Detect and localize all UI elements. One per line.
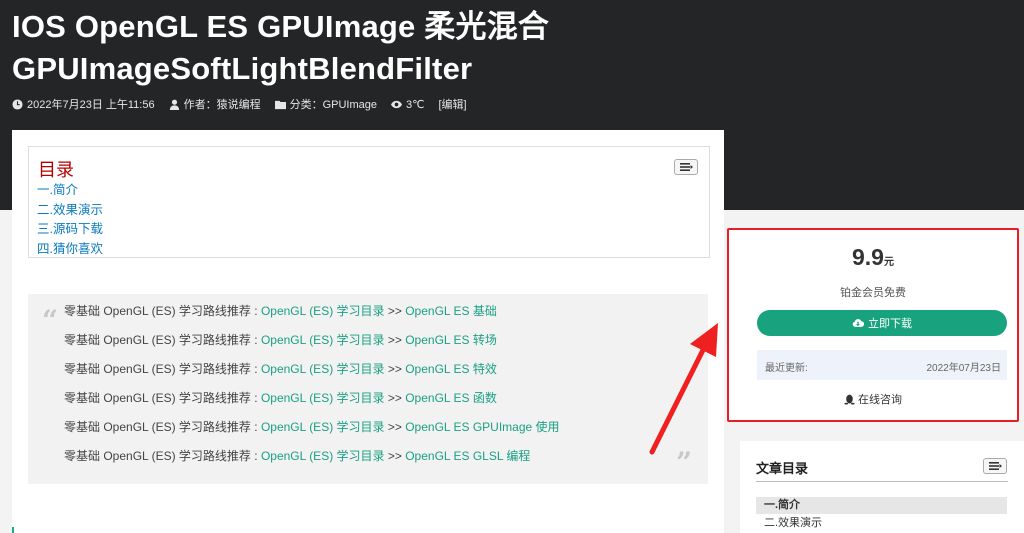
meta-views: 3℃ (391, 98, 425, 111)
quote-line: 零基础 OpenGL (ES) 学习路线推荐 : OpenGL (ES) 学习目… (64, 301, 560, 330)
quote-link-main[interactable]: OpenGL (ES) 学习目录 (261, 449, 385, 463)
page-title: IOS OpenGL ES GPUImage 柔光混合 GPUImageSoft… (12, 6, 1012, 90)
user-icon (169, 99, 179, 110)
quote-link-main[interactable]: OpenGL (ES) 学习目录 (261, 333, 385, 347)
title-line-2: GPUImageSoftLightBlendFilter (12, 51, 473, 86)
qq-penguin-icon (844, 394, 855, 405)
toc-item-download[interactable]: 三.源码下载 (37, 220, 103, 240)
quote-link-main[interactable]: OpenGL (ES) 学习目录 (261, 362, 385, 376)
quote-lines: 零基础 OpenGL (ES) 学习路线推荐 : OpenGL (ES) 学习目… (64, 301, 560, 475)
quote-link-topic[interactable]: OpenGL ES 函数 (405, 391, 497, 405)
quote-link-main[interactable]: OpenGL (ES) 学习目录 (261, 420, 385, 434)
article-content: 目录 一.简介 二.效果演示 三.源码下载 四.猜你喜欢 “ 零基础 OpenG… (12, 130, 724, 533)
quote-prefix: 零基础 OpenGL (ES) 学习路线推荐 : (64, 391, 261, 405)
price: 9.9元 (852, 244, 894, 270)
quote-link-topic[interactable]: OpenGL ES GLSL 编程 (405, 449, 530, 463)
online-consult-link[interactable]: 在线咨询 (729, 391, 1017, 407)
title-line-1: IOS OpenGL ES GPUImage 柔光混合 (12, 9, 550, 44)
quote-separator: >> (384, 333, 406, 347)
quote-link-topic[interactable]: OpenGL ES 特效 (405, 362, 497, 376)
toc-box: 目录 一.简介 二.效果演示 三.源码下载 四.猜你喜欢 (28, 146, 710, 258)
quote-line: 零基础 OpenGL (ES) 学习路线推荐 : OpenGL (ES) 学习目… (64, 446, 560, 475)
learning-path-quote: “ 零基础 OpenGL (ES) 学习路线推荐 : OpenGL (ES) 学… (28, 294, 708, 484)
quote-separator: >> (384, 391, 406, 405)
currency: 元 (883, 257, 894, 268)
quote-prefix: 零基础 OpenGL (ES) 学习路线推荐 : (64, 333, 261, 347)
price-note: 铂金会员免费 (840, 287, 906, 299)
download-button-label: 立即下载 (868, 318, 912, 330)
sidebar-toc-divider (756, 481, 1008, 482)
article-meta: 2022年7月23日 上午11:56 作者：猿说编程 分类：GPUImage 3… (12, 96, 467, 112)
eye-icon (391, 100, 403, 108)
quote-link-topic[interactable]: OpenGL ES 转场 (405, 333, 497, 347)
toc-item-related[interactable]: 四.猜你喜欢 (37, 240, 103, 260)
last-updated: 最近更新: 2022年07月23日 (757, 350, 1007, 380)
quote-open-icon: “ (42, 304, 59, 337)
quote-link-main[interactable]: OpenGL (ES) 学习目录 (261, 391, 385, 405)
toc-title: 目录 (38, 160, 74, 180)
quote-prefix: 零基础 OpenGL (ES) 学习路线推荐 : (64, 304, 261, 318)
edit-link[interactable]: [编辑] (439, 96, 467, 112)
quote-close-icon: ” (676, 446, 693, 479)
quote-line: 零基础 OpenGL (ES) 学习路线推荐 : OpenGL (ES) 学习目… (64, 330, 560, 359)
quote-separator: >> (384, 449, 406, 463)
quote-line: 零基础 OpenGL (ES) 学习路线推荐 : OpenGL (ES) 学习目… (64, 359, 560, 388)
quote-link-main[interactable]: OpenGL (ES) 学习目录 (261, 304, 385, 318)
quote-separator: >> (384, 304, 406, 318)
quote-prefix: 零基础 OpenGL (ES) 学习路线推荐 : (64, 362, 261, 376)
last-updated-label: 最近更新: (765, 363, 808, 374)
toc-toggle-button[interactable] (674, 159, 698, 175)
quote-prefix: 零基础 OpenGL (ES) 学习路线推荐 : (64, 420, 261, 434)
toc-item-intro[interactable]: 一.简介 (37, 181, 103, 201)
meta-date: 2022年7月23日 上午11:56 (12, 96, 155, 112)
sidebar-toc-item-intro[interactable]: 一.简介 (756, 497, 1007, 514)
sidebar-toc-item-demo[interactable]: 二.效果演示 (756, 515, 1007, 532)
quote-prefix: 零基础 OpenGL (ES) 学习路线推荐 : (64, 449, 261, 463)
toc-item-demo[interactable]: 二.效果演示 (37, 201, 103, 221)
sidebar-toc-toggle-button[interactable] (983, 458, 1007, 474)
sidebar-toc-title: 文章目录 (756, 461, 809, 476)
content-edge-mark (12, 527, 14, 533)
last-updated-value: 2022年07月23日 (926, 363, 1002, 374)
list-toggle-icon (680, 163, 693, 171)
quote-line: 零基础 OpenGL (ES) 学习路线推荐 : OpenGL (ES) 学习目… (64, 388, 560, 417)
meta-author: 作者：猿说编程 (169, 96, 261, 112)
quote-separator: >> (384, 420, 406, 434)
cloud-download-icon (852, 319, 864, 327)
quote-link-topic[interactable]: OpenGL ES GPUImage 使用 (405, 420, 559, 434)
quote-separator: >> (384, 362, 406, 376)
quote-link-topic[interactable]: OpenGL ES 基础 (405, 304, 497, 318)
quote-line: 零基础 OpenGL (ES) 学习路线推荐 : OpenGL (ES) 学习目… (64, 417, 560, 446)
meta-category: 分类：GPUImage (274, 96, 377, 112)
folder-icon (274, 100, 286, 109)
download-button[interactable]: 立即下载 (757, 310, 1007, 336)
clock-icon (12, 98, 23, 110)
list-toggle-icon (989, 462, 1002, 470)
download-widget: 9.9元 铂金会员免费 立即下载 最近更新: 2022年07月23日 在线咨询 (727, 228, 1019, 422)
sidebar-article-toc: 文章目录 一.简介 二.效果演示 (740, 441, 1024, 533)
toc-list: 一.简介 二.效果演示 三.源码下载 四.猜你喜欢 (37, 181, 103, 259)
